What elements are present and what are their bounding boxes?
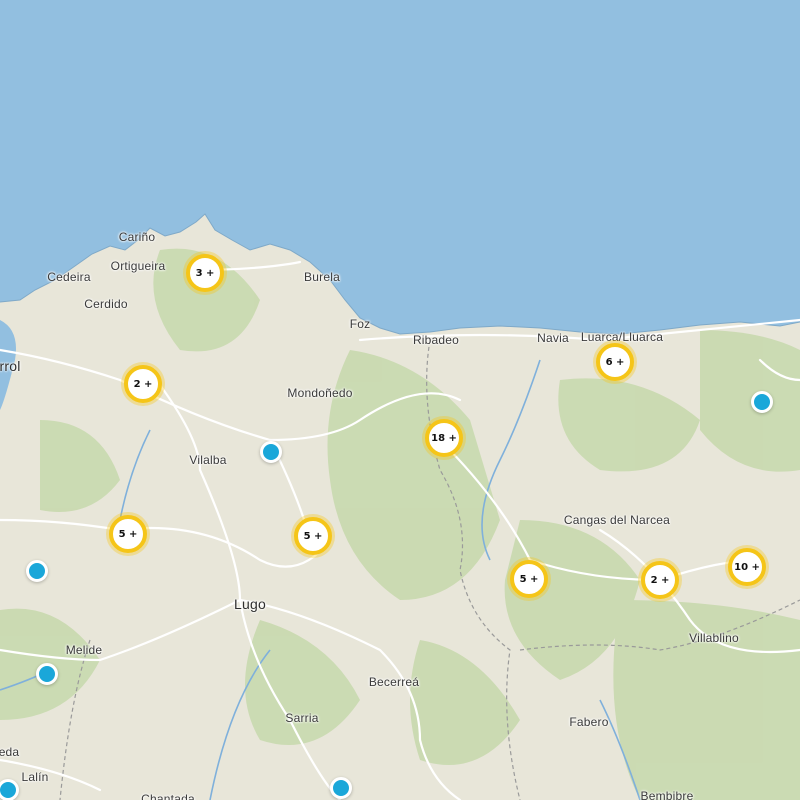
place-label-foz: Foz bbox=[349, 317, 371, 331]
place-label-vilalba: Vilalba bbox=[189, 453, 227, 467]
cluster-marker[interactable]: 2 + bbox=[124, 365, 162, 403]
location-marker[interactable] bbox=[0, 779, 19, 800]
cluster-marker[interactable]: 10 + bbox=[728, 548, 766, 586]
place-label-becerrea: Becerreá bbox=[368, 675, 420, 689]
location-marker[interactable] bbox=[26, 560, 48, 582]
place-label-ribadeo: Ribadeo bbox=[412, 333, 460, 347]
place-label-ferrol: rrol bbox=[0, 358, 21, 374]
cluster-marker[interactable]: 3 + bbox=[186, 254, 224, 292]
cluster-marker[interactable]: 18 + bbox=[425, 419, 463, 457]
place-label-carino: Cariño bbox=[118, 230, 156, 244]
place-label-lalin: Lalín bbox=[21, 770, 49, 784]
map-canvas[interactable]: Cariño Ortigueira Cedeira Cerdido Burela… bbox=[0, 0, 800, 800]
place-label-luarca: Luarca/Lluarca bbox=[580, 330, 664, 344]
place-label-chantada: Chantada bbox=[141, 792, 195, 800]
place-label-fabero: Fabero bbox=[569, 715, 609, 729]
cluster-marker[interactable]: 5 + bbox=[109, 515, 147, 553]
location-marker[interactable] bbox=[260, 441, 282, 463]
place-label-villablino: Villablino bbox=[689, 631, 739, 645]
cluster-marker[interactable]: 6 + bbox=[596, 343, 634, 381]
location-marker[interactable] bbox=[36, 663, 58, 685]
place-label-eda: eda bbox=[0, 745, 20, 759]
place-label-cerdido: Cerdido bbox=[84, 297, 128, 311]
place-label-cangas-del-narcea: Cangas del Narcea bbox=[563, 513, 671, 527]
location-marker[interactable] bbox=[330, 777, 352, 799]
place-label-cedeira: Cedeira bbox=[47, 270, 91, 284]
place-label-mondonedo: Mondoñedo bbox=[287, 386, 353, 400]
place-label-lugo: Lugo bbox=[234, 596, 266, 612]
place-label-melide: Melide bbox=[65, 643, 103, 657]
cluster-marker[interactable]: 2 + bbox=[641, 561, 679, 599]
place-label-ortigueira: Ortigueira bbox=[110, 259, 166, 273]
cluster-marker[interactable]: 5 + bbox=[294, 517, 332, 555]
place-label-navia: Navia bbox=[537, 331, 569, 345]
place-label-sarria: Sarria bbox=[285, 711, 319, 725]
cluster-marker[interactable]: 5 + bbox=[510, 560, 548, 598]
place-label-burela: Burela bbox=[304, 270, 340, 284]
location-marker[interactable] bbox=[751, 391, 773, 413]
place-label-bembibre: Bembibre bbox=[640, 789, 694, 800]
